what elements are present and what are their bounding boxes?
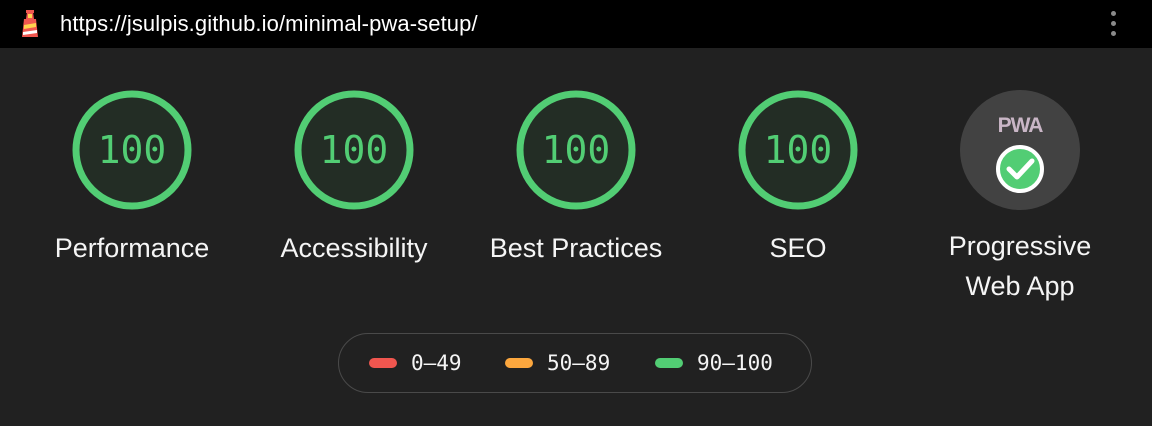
pwa-badge: PWA bbox=[960, 90, 1080, 210]
gauge-accessibility[interactable]: 100 Accessibility bbox=[234, 90, 474, 268]
legend-swatch-pass bbox=[655, 358, 683, 368]
score-legend: 0–49 50–89 90–100 bbox=[338, 333, 812, 393]
check-circle-icon bbox=[996, 145, 1044, 193]
legend-range: 90–100 bbox=[697, 351, 773, 375]
legend-item-average: 50–89 bbox=[505, 334, 610, 392]
gauge-performance[interactable]: 100 Performance bbox=[12, 90, 252, 268]
legend-swatch-fail bbox=[369, 358, 397, 368]
gauge-best-practices[interactable]: 100 Best Practices bbox=[456, 90, 696, 268]
more-vert-icon[interactable] bbox=[1104, 10, 1124, 38]
browser-bar: https://jsulpis.github.io/minimal-pwa-se… bbox=[0, 0, 1152, 48]
legend-range: 0–49 bbox=[411, 351, 462, 375]
category-label: Best Practices bbox=[489, 233, 663, 263]
pwa-label-line2: Web App bbox=[965, 271, 1075, 301]
score-value: 100 bbox=[319, 128, 389, 172]
url-text[interactable]: https://jsulpis.github.io/minimal-pwa-se… bbox=[60, 0, 478, 48]
gauge-pwa[interactable]: PWA Progressive Web App bbox=[900, 90, 1140, 306]
score-ring: 100 bbox=[72, 90, 192, 210]
legend-swatch-average bbox=[505, 358, 533, 368]
category-label: SEO bbox=[769, 233, 827, 263]
pwa-label-line1: Progressive bbox=[948, 231, 1092, 261]
legend-item-fail: 0–49 bbox=[369, 334, 462, 392]
score-value: 100 bbox=[763, 128, 833, 172]
lighthouse-icon bbox=[22, 10, 38, 37]
score-value: 100 bbox=[97, 128, 167, 172]
category-label: Performance bbox=[54, 233, 210, 263]
score-ring: 100 bbox=[738, 90, 858, 210]
gauge-seo[interactable]: 100 SEO bbox=[678, 90, 918, 268]
score-ring: 100 bbox=[516, 90, 636, 210]
legend-item-pass: 90–100 bbox=[655, 334, 773, 392]
category-label: Accessibility bbox=[280, 233, 428, 263]
score-ring: 100 bbox=[294, 90, 414, 210]
score-value: 100 bbox=[541, 128, 611, 172]
legend-range: 50–89 bbox=[547, 351, 611, 375]
pwa-label: Progressive Web App bbox=[900, 226, 1140, 306]
